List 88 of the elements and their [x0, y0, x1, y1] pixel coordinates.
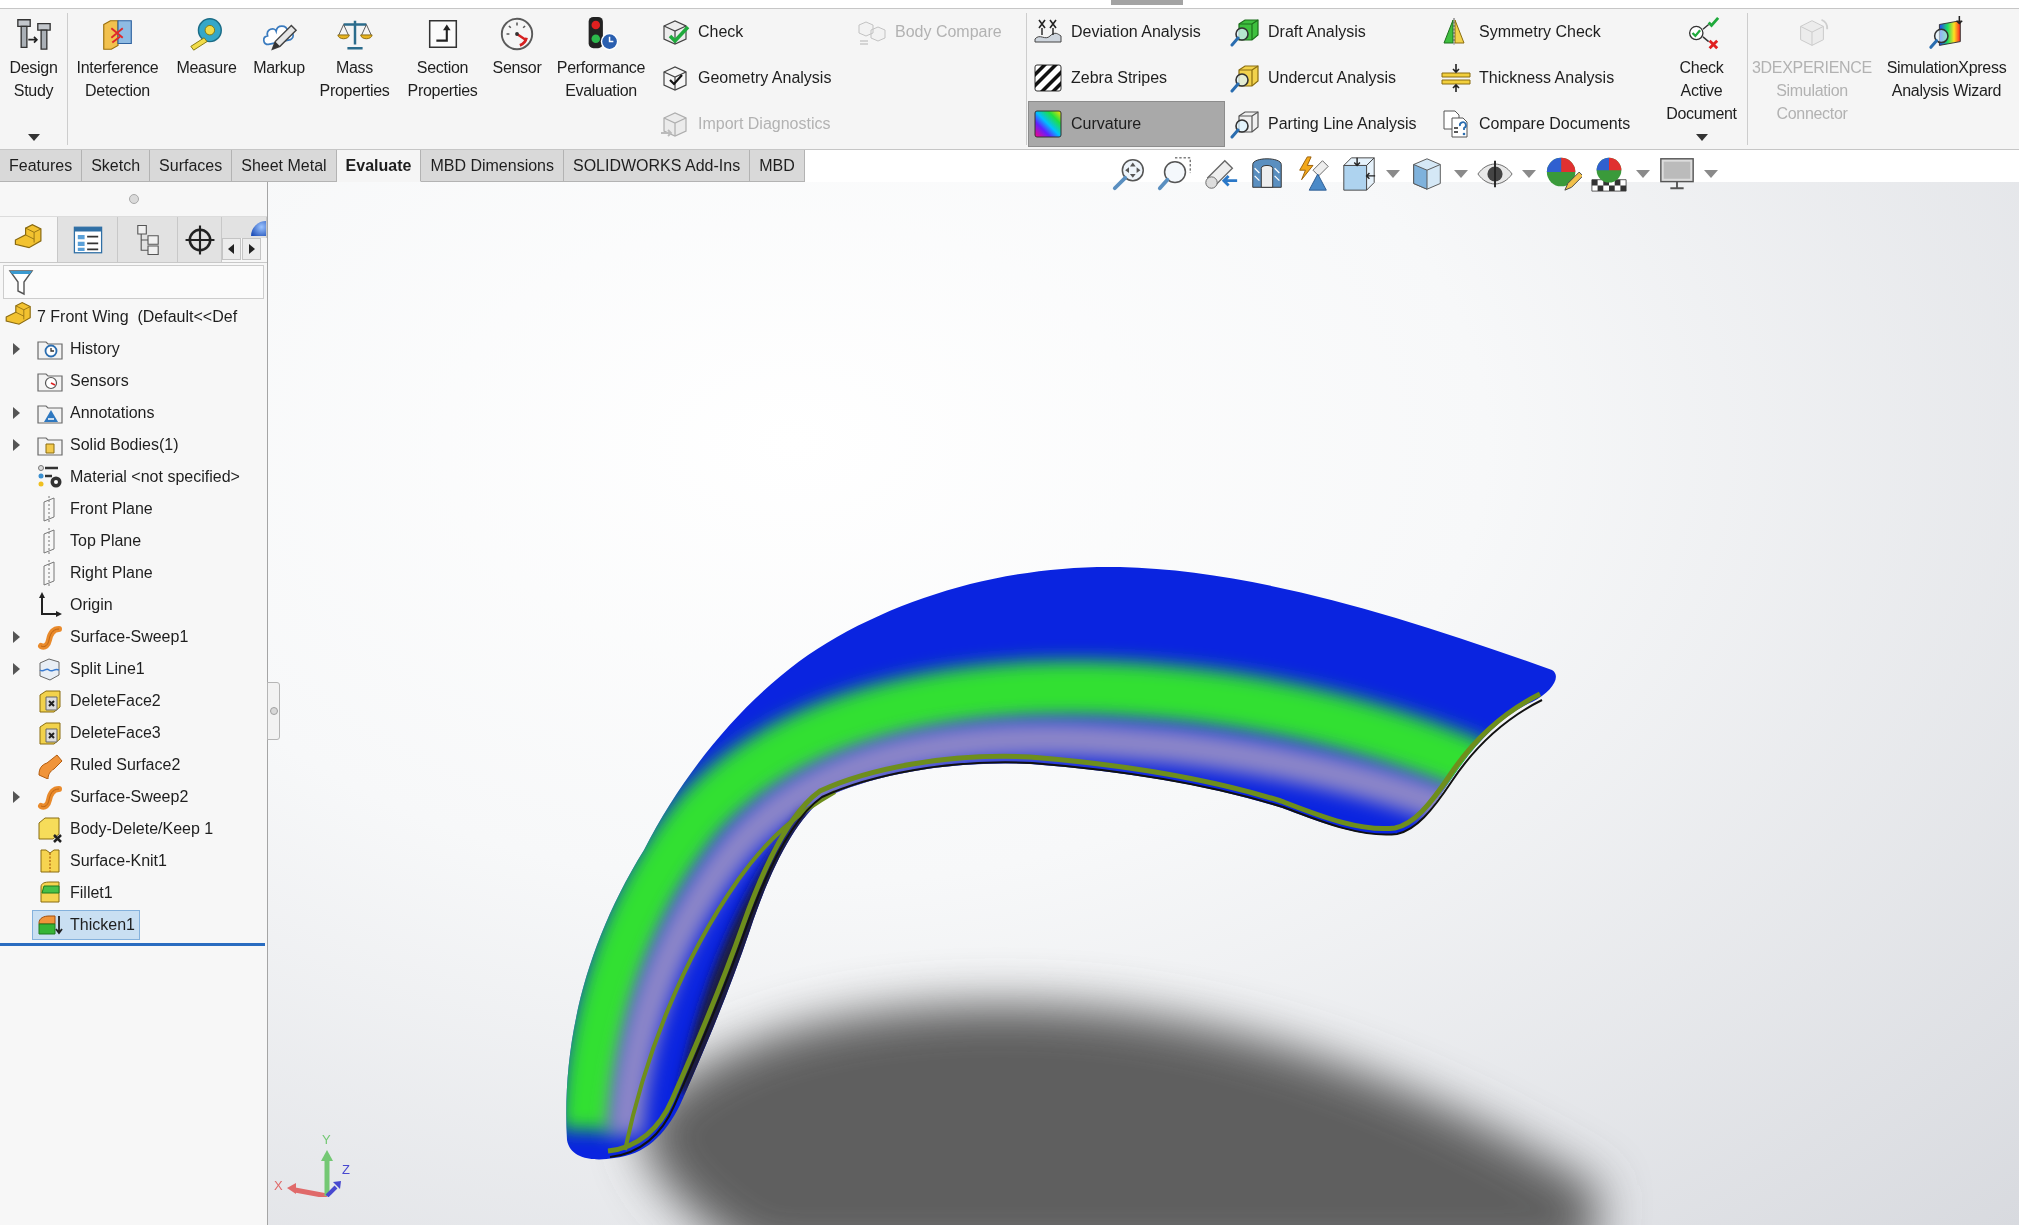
- dropdown-caret-icon[interactable]: [27, 134, 40, 141]
- tree-item[interactable]: Sensors: [32, 366, 134, 396]
- scroll-right-icon[interactable]: [242, 238, 261, 260]
- ribbon-button[interactable]: Compare Documents: [1436, 101, 1656, 147]
- ribbon-button[interactable]: Measure: [166, 9, 247, 149]
- tree-item[interactable]: Fillet1: [32, 878, 118, 908]
- tree-item[interactable]: Front Plane: [32, 494, 158, 524]
- s-curve-icon: [36, 783, 64, 811]
- command-tab[interactable]: SOLIDWORKS Add-Ins: [564, 150, 751, 182]
- panel-tab[interactable]: [178, 217, 222, 262]
- command-tab[interactable]: Features: [0, 150, 83, 182]
- rainbow-gradient-icon: [1033, 109, 1063, 139]
- ribbon-button[interactable]: Symmetry Check: [1436, 9, 1656, 55]
- gauge-icon: [498, 15, 536, 53]
- command-tab[interactable]: MBD: [750, 150, 805, 182]
- thickness-arrows-icon: [1441, 63, 1471, 93]
- grip-dot-icon: [269, 707, 278, 715]
- tree-item[interactable]: Annotations: [32, 398, 160, 428]
- axis-label: Z: [342, 1163, 350, 1177]
- ribbon-button[interactable]: Performance Evaluation: [547, 9, 655, 149]
- tree-item[interactable]: Thicken1: [32, 910, 140, 940]
- tree-item[interactable]: DeleteFace2: [32, 686, 166, 716]
- ribbon-button[interactable]: Mass Properties: [311, 9, 398, 149]
- tree-item[interactable]: Surface-Sweep2: [32, 782, 194, 812]
- zebra-stripes-icon: [1033, 63, 1063, 93]
- tree-item[interactable]: Right Plane: [32, 558, 158, 588]
- ribbon-button[interactable]: Markup: [247, 9, 311, 149]
- command-tab[interactable]: Evaluate: [336, 150, 422, 182]
- tree-item[interactable]: Top Plane: [32, 526, 147, 556]
- expand-arrow-icon[interactable]: [12, 631, 20, 643]
- block-magnifier-icon: [1230, 109, 1260, 139]
- ribbon-button[interactable]: Interference Detection: [69, 9, 166, 149]
- ribbon-button[interactable]: Design Study: [0, 9, 67, 149]
- ribbon-button[interactable]: Check: [655, 9, 852, 55]
- scroll-left-icon[interactable]: [222, 238, 241, 260]
- block-magnifier-icon: [1230, 17, 1260, 47]
- tree-item[interactable]: History: [32, 334, 125, 364]
- cube-cross-icon: [36, 815, 64, 843]
- tree-root-item[interactable]: 7 Front Wing (Default<<Def: [3, 301, 238, 333]
- grip-dot-icon[interactable]: [128, 194, 139, 204]
- tree-item[interactable]: Ruled Surface2: [32, 750, 186, 780]
- ribbon-button[interactable]: Check Active Document: [1656, 9, 1747, 149]
- ribbon-button[interactable]: Draft Analysis: [1225, 9, 1436, 55]
- tree-item[interactable]: Surface-Sweep1: [32, 622, 194, 652]
- ribbon-button[interactable]: Undercut Analysis: [1225, 55, 1436, 101]
- origin-axes-icon: [36, 591, 64, 619]
- tree-item[interactable]: Origin: [32, 590, 118, 620]
- ribbon-button[interactable]: Thickness Analysis: [1436, 55, 1656, 101]
- ribbon-button[interactable]: Parting Line Analysis: [1225, 101, 1436, 147]
- command-tab[interactable]: Sketch: [82, 150, 151, 182]
- tree-item[interactable]: Solid Bodies(1): [32, 430, 184, 460]
- ribbon-button[interactable]: Deviation Analysis: [1028, 9, 1225, 55]
- command-tab[interactable]: MBD Dimensions: [421, 150, 564, 182]
- command-tab[interactable]: Surfaces: [150, 150, 233, 182]
- expand-arrow-icon[interactable]: [12, 343, 20, 355]
- documents-question-icon: [1441, 109, 1471, 139]
- expand-arrow-icon[interactable]: [12, 791, 20, 803]
- expand-arrow-icon[interactable]: [12, 439, 20, 451]
- ribbon-button[interactable]: Section Properties: [398, 9, 487, 149]
- axis-label: Y: [322, 1133, 331, 1147]
- color-ball-pencil-icon[interactable]: [1544, 155, 1582, 193]
- ribbon-button[interactable]: SimulationXpress Analysis Wizard: [1875, 9, 2018, 149]
- tree-item[interactable]: Split Line1: [32, 654, 150, 684]
- s-curve-icon: [36, 623, 64, 651]
- ribbon-button[interactable]: Geometry Analysis: [655, 55, 852, 101]
- block-cross-icon: [36, 687, 64, 715]
- expand-arrow-icon[interactable]: [12, 663, 20, 675]
- axis-label: X: [274, 1179, 283, 1193]
- ribbon-button[interactable]: Curvature: [1028, 101, 1225, 147]
- tree-item[interactable]: Material <not specified>: [32, 462, 245, 492]
- ribbon-button[interactable]: Sensor: [487, 9, 547, 149]
- tree-item[interactable]: DeleteFace3: [32, 718, 166, 748]
- zoom-area-icon[interactable]: [1156, 155, 1194, 193]
- color-ball-checker-icon[interactable]: [1590, 155, 1628, 193]
- box-arrows-icon[interactable]: [1340, 155, 1378, 193]
- tree-item[interactable]: Body-Delete/Keep 1: [32, 814, 219, 844]
- tree-item[interactable]: Surface-Knit1: [32, 846, 172, 876]
- panel-tab[interactable]: [58, 217, 118, 262]
- ribbon-button[interactable]: Zebra Stripes: [1028, 55, 1225, 101]
- panel-handle[interactable]: [267, 682, 280, 740]
- filter-icon: [8, 268, 34, 296]
- filter-field[interactable]: [3, 265, 264, 299]
- expand-arrow-icon[interactable]: [12, 407, 20, 419]
- command-tab[interactable]: Sheet Metal: [232, 150, 337, 182]
- axis-triad-icon: [287, 1149, 341, 1197]
- block-magnifier-icon: [1230, 63, 1260, 93]
- block-cross-icon: [36, 719, 64, 747]
- dropdown-caret-icon[interactable]: [1695, 134, 1708, 141]
